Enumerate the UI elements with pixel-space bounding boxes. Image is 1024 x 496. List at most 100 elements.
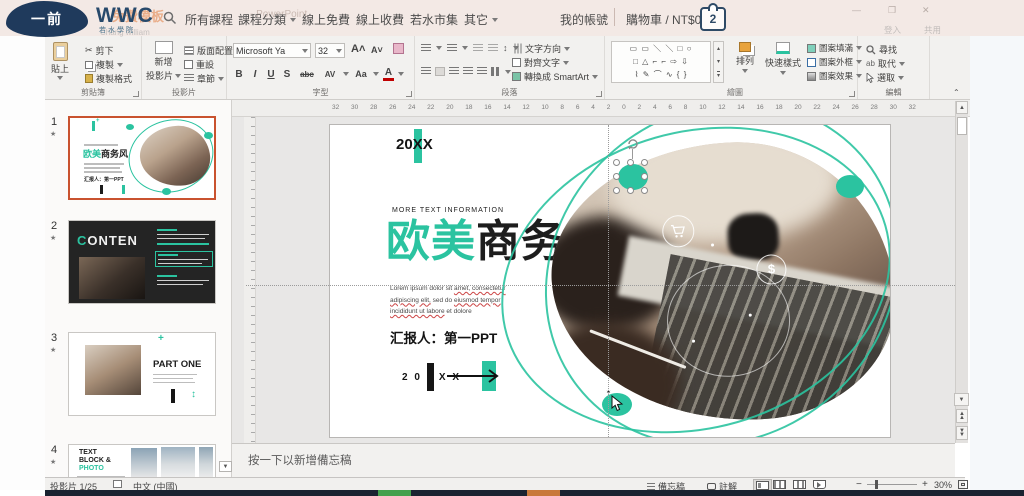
collapse-ribbon-icon[interactable]: ⌃ [953,88,960,97]
strikethrough-button[interactable]: abc [297,70,317,79]
slide-thumbnail-2[interactable]: CONTEN [68,220,216,304]
nav-my-account[interactable]: 我的帳號 [560,11,608,28]
decrease-indent-icon[interactable] [473,43,483,53]
columns-icon[interactable] [491,67,501,76]
cart-icon[interactable]: 2 [700,3,726,31]
replace-button[interactable]: ab 取代 [866,57,905,70]
shapes-gallery[interactable]: ▭ ▭ ＼ ＼ □ ○ □ △ ⌐ ⌐ ⇨ ⇩ ⌇ ✎ ⌒ ∿ { } [611,41,711,83]
font-size-combo[interactable]: 32 [315,43,345,58]
dialog-launcher-icon[interactable] [133,91,139,97]
grow-font-button[interactable]: A˄ [351,43,365,55]
bullets-icon[interactable] [421,43,431,53]
nav-all-courses[interactable]: 所有課程 [185,11,233,28]
selection-handle[interactable] [641,159,648,166]
text-direction-button[interactable]: 文字方向 [512,42,571,55]
shape-effects-button[interactable]: 圖案效果 [807,70,863,82]
scroll-down-icon[interactable]: ▾ [717,58,720,65]
paste-button[interactable]: 貼上 [51,42,69,80]
dialog-launcher-icon[interactable] [406,91,412,97]
nav-marketplace[interactable]: 若水市集 [410,11,458,28]
text-shadow-button[interactable]: S [281,69,293,80]
animation-star-icon[interactable]: ★ [50,130,56,138]
scrollbar-thumb[interactable] [957,117,967,135]
slide-year-top[interactable]: 20XX [396,136,433,153]
distribute-icon[interactable] [477,67,487,76]
numbering-icon[interactable] [447,43,457,53]
nav-course-categories[interactable]: 課程分類 [238,11,297,28]
reset-button[interactable]: 重設 [184,58,214,71]
scroll-up-icon[interactable]: ▴ [717,45,720,52]
zoom-level[interactable]: 30% [934,480,952,490]
nav-other[interactable]: 其它 [464,11,499,28]
select-button[interactable]: 選取 [866,71,905,84]
shape-outline-button[interactable]: 圖案外框 [807,56,863,68]
line-spacing-icon[interactable]: ↕ [503,43,508,53]
align-center-icon[interactable] [435,67,445,76]
selection-handle[interactable] [613,159,620,166]
zoom-out-button[interactable]: − [856,479,862,490]
arrow-right-icon[interactable] [445,369,505,388]
shapes-gallery-scroll[interactable]: ▴ ▾ ▾ [713,41,724,83]
align-text-button[interactable]: 對齊文字 [512,56,570,69]
vertical-scrollbar[interactable]: ▲ ▼ ▲ ▲ ▼ ▼ [954,101,969,443]
slide-thumbnail-4[interactable]: TEXT BLOCK & PHOTO [68,444,216,477]
fit-to-window-button[interactable] [958,480,968,489]
shrink-font-button[interactable]: A˅ [371,45,383,55]
italic-button[interactable]: I [249,69,261,80]
site-logo-badge[interactable]: 一前 [6,1,88,37]
font-name-combo[interactable]: Microsoft Ya [233,43,311,58]
clear-formatting-icon[interactable] [393,43,404,54]
selection-handle[interactable] [641,187,648,194]
previous-slide-button[interactable]: ▲ ▲ [956,409,968,423]
notes-pane[interactable]: 按一下以新增備忘稿 [232,443,955,477]
dialog-launcher-icon[interactable] [849,91,855,97]
find-button[interactable]: 尋找 [866,43,897,56]
selection-handle[interactable] [627,159,634,166]
nav-online-paid[interactable]: 線上收費 [356,11,404,28]
justify-icon[interactable] [463,67,473,76]
slide-editor[interactable]: 20XX MORE TEXT INFORMATION 欧美商务风 Lorem i… [330,125,890,437]
animation-star-icon[interactable]: ★ [50,458,56,466]
slide-thumbnail-3[interactable]: + PART ONE ↕ [68,332,216,416]
slide-thumbnail-1[interactable]: + 欧美商务风 汇报人：第一PPT [68,116,216,200]
increase-indent-icon[interactable] [488,43,498,53]
shapes-row[interactable]: □ △ ⌐ ⌐ ⇨ ⇩ [612,55,710,68]
shapes-row[interactable]: ▭ ▭ ＼ ＼ □ ○ [612,42,710,55]
gallery-more-icon[interactable]: ▾ [716,71,720,79]
notes-page-icon[interactable] [113,480,122,488]
cut-button[interactable]: ✂ 剪下 [85,44,114,57]
shapes-row[interactable]: ⌇ ✎ ⌒ ∿ { } [612,68,710,81]
animation-star-icon[interactable]: ★ [50,346,56,354]
copy-button[interactable]: 複製 [85,58,124,71]
align-left-icon[interactable] [421,67,431,76]
decor-teal-circle[interactable] [836,175,864,198]
selection-handle[interactable] [641,173,648,180]
shape-fill-button[interactable]: 圖案填滿 [807,42,863,54]
scroll-down-button[interactable]: ▼ [954,393,969,406]
selection-handle[interactable] [613,173,620,180]
change-case-button[interactable]: Aa [353,69,369,79]
animation-star-icon[interactable]: ★ [50,234,56,242]
nav-online-free[interactable]: 線上免費 [302,11,350,28]
selected-shape[interactable] [613,137,655,203]
scroll-up-button[interactable]: ▲ [956,101,968,114]
zoom-slider-thumb[interactable] [875,480,878,489]
video-progress-bar[interactable] [45,490,1024,496]
format-painter-button[interactable]: 複製格式 [85,72,132,85]
underline-button[interactable]: U [265,69,277,80]
section-button[interactable]: 章節 [184,72,225,85]
thumbnail-scroll-down-button[interactable]: ▼ [219,461,232,472]
slide-kicker[interactable]: MORE TEXT INFORMATION [392,207,504,214]
align-right-icon[interactable] [449,67,459,76]
new-slide-button[interactable]: 新增 投影片 [146,41,182,82]
character-spacing-button[interactable]: AV [321,70,339,79]
search-icon[interactable] [163,11,177,30]
quick-styles-button[interactable]: 快速樣式 [763,42,803,75]
font-color-button[interactable]: A [383,67,394,81]
dialog-launcher-icon[interactable] [596,91,602,97]
notes-placeholder[interactable]: 按一下以新增備忘稿 [248,452,352,468]
convert-smartart-button[interactable]: 轉換成 SmartArt [512,70,599,83]
bold-button[interactable]: B [233,69,245,80]
selection-handle[interactable] [627,187,634,194]
nav-cart[interactable]: 購物車 / NT$0 [626,11,701,28]
